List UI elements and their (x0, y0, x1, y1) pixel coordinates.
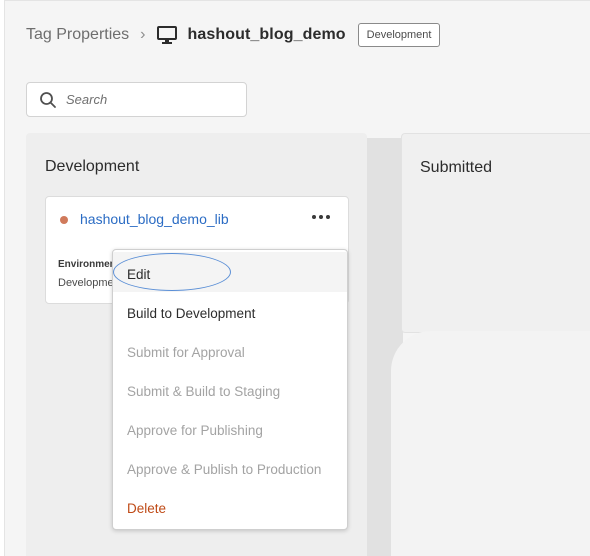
breadcrumb-tag-properties[interactable]: Tag Properties (26, 26, 129, 44)
library-name-link[interactable]: hashout_blog_demo_lib (80, 211, 229, 227)
menu-item-build-to-development[interactable]: Build to Development (127, 306, 255, 321)
breadcrumb-separator: › (140, 26, 146, 43)
menu-item-submit-for-approval: Submit for Approval (127, 345, 245, 360)
submitted-column: Submitted (401, 133, 590, 333)
more-horizontal-icon (312, 215, 316, 219)
column-drop-area (391, 331, 590, 556)
submitted-column-title: Submitted (420, 159, 493, 176)
more-options-button[interactable] (307, 206, 335, 228)
monitor-icon (156, 24, 178, 46)
menu-item-edit[interactable]: Edit (127, 267, 150, 282)
library-actions-menu: Edit Build to Development Submit for App… (112, 249, 348, 530)
development-column-title: Development (45, 158, 140, 175)
environment-label: Environment (58, 259, 120, 270)
menu-item-approve-for-publishing: Approve for Publishing (127, 423, 263, 438)
property-name: hashout_blog_demo (187, 26, 346, 43)
breadcrumb: Tag Properties › hashout_blog_demo Devel… (26, 21, 441, 49)
menu-item-delete[interactable]: Delete (127, 501, 166, 516)
menu-item-submit-build-staging: Submit & Build to Staging (127, 384, 281, 399)
environment-badge: Development (357, 23, 441, 47)
status-dot (60, 216, 68, 224)
menu-item-approve-publish-production: Approve & Publish to Production (127, 462, 322, 477)
search-icon (39, 91, 57, 109)
search-box[interactable] (26, 82, 247, 117)
search-input[interactable] (66, 92, 226, 107)
app-frame: Tag Properties › hashout_blog_demo Devel… (4, 0, 590, 556)
